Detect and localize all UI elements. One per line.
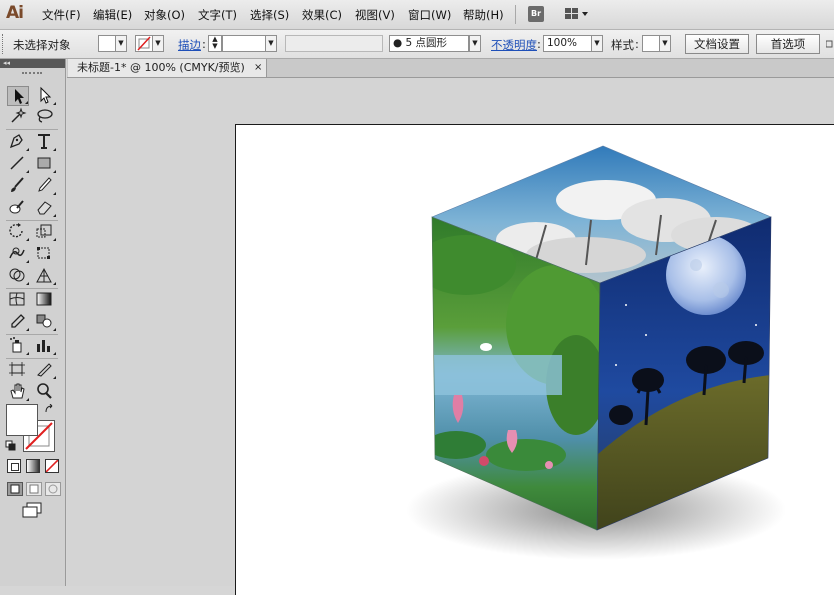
menu-window[interactable]: 窗口(W) bbox=[408, 7, 451, 23]
artboard-tool-icon[interactable] bbox=[7, 360, 29, 380]
style-label: 样式 bbox=[611, 38, 634, 52]
document-tab-title: 未标题-1* @ 100% (CMYK/预览) bbox=[77, 61, 245, 74]
pencil-tool-icon[interactable] bbox=[34, 176, 56, 196]
menu-separator bbox=[515, 5, 516, 24]
perspective-grid-tool-icon[interactable] bbox=[34, 266, 56, 286]
menu-view[interactable]: 视图(V) bbox=[355, 7, 395, 23]
stroke-weight-stepper[interactable]: ▲ ▼ bbox=[208, 35, 222, 52]
menu-file[interactable]: 文件(F) bbox=[42, 7, 81, 23]
photo-cube-artwork[interactable] bbox=[236, 125, 834, 595]
canvas-area[interactable] bbox=[67, 78, 834, 595]
gradient-tool-icon[interactable] bbox=[34, 290, 56, 310]
opacity-link[interactable]: 不透明度 bbox=[491, 37, 537, 53]
graphic-style-swatch[interactable] bbox=[642, 35, 660, 52]
paintbrush-tool-icon[interactable] bbox=[7, 176, 29, 196]
type-tool-icon[interactable] bbox=[34, 132, 56, 152]
tool-separator bbox=[6, 334, 58, 335]
menu-edit[interactable]: 编辑(E) bbox=[93, 7, 132, 23]
tool-separator bbox=[6, 288, 58, 289]
color-mode-button[interactable] bbox=[7, 459, 21, 473]
column-graph-tool-icon[interactable] bbox=[34, 336, 56, 356]
panel-grip[interactable] bbox=[2, 34, 6, 54]
panel-menu-icon[interactable] bbox=[826, 39, 834, 49]
menu-type[interactable]: 文字(T) bbox=[198, 7, 237, 23]
eraser-tool-icon[interactable] bbox=[34, 198, 56, 218]
stroke-weight-input[interactable] bbox=[222, 35, 266, 52]
panel-grip[interactable] bbox=[22, 72, 42, 76]
control-bar: 未选择对象 ▼ ▼ 描边 : ▲ ▼ ▼ ● 5 点圆形 ▼ 不透明度 : 100… bbox=[0, 30, 834, 59]
collapse-panel-icon[interactable]: ◂◂ bbox=[0, 59, 65, 68]
chevron-down-icon[interactable]: ▼ bbox=[152, 35, 164, 52]
tools-panel: ◂◂ bbox=[0, 59, 66, 586]
menu-bar: Ai 文件(F) 编辑(E) 对象(O) 文字(T) 选择(S) 效果(C) 视… bbox=[0, 0, 834, 30]
chevron-down-icon[interactable]: ▼ bbox=[469, 35, 481, 52]
pen-tool-icon[interactable] bbox=[7, 132, 29, 152]
swap-colors-icon[interactable] bbox=[44, 404, 56, 414]
bridge-button[interactable]: Br bbox=[528, 6, 544, 22]
tool-separator bbox=[6, 358, 58, 359]
eyedropper-tool-icon[interactable] bbox=[7, 312, 29, 332]
chevron-down-icon[interactable]: ▼ bbox=[115, 35, 127, 52]
stroke-link[interactable]: 描边 bbox=[178, 37, 201, 53]
rotate-tool-icon[interactable] bbox=[7, 222, 29, 242]
blob-brush-tool-icon[interactable] bbox=[7, 198, 29, 218]
symbol-sprayer-tool-icon[interactable] bbox=[7, 336, 29, 356]
free-transform-tool-icon[interactable] bbox=[34, 244, 56, 264]
draw-behind-button[interactable] bbox=[26, 482, 42, 496]
variable-width-profile[interactable] bbox=[285, 35, 383, 52]
grid-icon bbox=[565, 8, 588, 19]
hand-tool-icon[interactable] bbox=[7, 382, 29, 402]
scale-tool-icon[interactable] bbox=[34, 222, 56, 242]
brush-definition-select[interactable]: ● 5 点圆形 bbox=[389, 35, 469, 52]
tool-separator bbox=[6, 220, 58, 221]
brush-value: 5 点圆形 bbox=[405, 37, 448, 49]
slice-tool-icon[interactable] bbox=[34, 360, 56, 380]
menu-object[interactable]: 对象(O) bbox=[144, 7, 185, 23]
menu-help[interactable]: 帮助(H) bbox=[463, 7, 504, 23]
fill-swatch[interactable] bbox=[98, 35, 116, 52]
draw-normal-button[interactable] bbox=[7, 482, 23, 496]
app-logo: Ai bbox=[6, 3, 24, 23]
rectangle-tool-icon[interactable] bbox=[34, 154, 56, 174]
tool-separator bbox=[6, 129, 58, 130]
artboard[interactable] bbox=[235, 124, 834, 595]
menu-select[interactable]: 选择(S) bbox=[250, 7, 289, 23]
none-mode-button[interactable] bbox=[45, 459, 59, 473]
draw-inside-button[interactable] bbox=[45, 482, 61, 496]
fill-color-swatch[interactable] bbox=[6, 404, 38, 436]
chevron-down-icon[interactable]: ▼ bbox=[659, 35, 671, 52]
chevron-down-icon[interactable]: ▼ bbox=[591, 35, 603, 52]
line-tool-icon[interactable] bbox=[7, 154, 29, 174]
warp-tool-icon[interactable] bbox=[7, 244, 29, 264]
opacity-input[interactable]: 100% bbox=[543, 35, 592, 52]
default-colors-icon[interactable] bbox=[5, 440, 17, 451]
selection-status: 未选择对象 bbox=[13, 38, 71, 52]
workspace-switcher[interactable] bbox=[564, 7, 590, 24]
none-swatch-icon bbox=[137, 36, 151, 51]
screen-mode-button[interactable] bbox=[21, 502, 43, 518]
preferences-button[interactable]: 首选项 bbox=[756, 34, 820, 54]
close-tab-button[interactable]: × bbox=[254, 59, 262, 77]
gradient-mode-button[interactable] bbox=[26, 459, 40, 473]
stroke-swatch[interactable] bbox=[135, 35, 153, 52]
document-setup-button[interactable]: 文档设置 bbox=[685, 34, 749, 54]
screen-mode-icon bbox=[22, 502, 42, 518]
colon-text: : bbox=[537, 37, 541, 51]
magic-wand-tool-icon[interactable] bbox=[7, 107, 29, 127]
zoom-tool-icon[interactable] bbox=[34, 382, 56, 402]
document-tab-bar: 未标题-1* @ 100% (CMYK/预览) × bbox=[67, 59, 834, 78]
lasso-tool-icon[interactable] bbox=[34, 107, 56, 127]
colon-text: : bbox=[202, 37, 206, 51]
chevron-down-icon[interactable]: ▼ bbox=[265, 35, 277, 52]
selection-tool-icon[interactable] bbox=[7, 86, 29, 106]
mesh-tool-icon[interactable] bbox=[7, 290, 29, 310]
shape-builder-tool-icon[interactable] bbox=[7, 266, 29, 286]
direct-selection-tool-icon[interactable] bbox=[34, 86, 56, 106]
menu-effect[interactable]: 效果(C) bbox=[302, 7, 342, 23]
document-tab[interactable]: 未标题-1* @ 100% (CMYK/预览) × bbox=[68, 59, 267, 77]
blend-tool-icon[interactable] bbox=[34, 312, 56, 332]
colon-text: : bbox=[635, 37, 639, 51]
